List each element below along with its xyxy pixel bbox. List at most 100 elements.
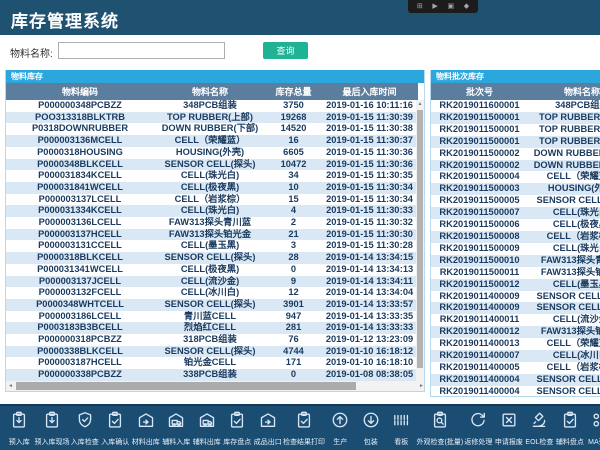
toolbar-button[interactable]: 预入库现场 xyxy=(35,411,70,447)
scroll-left-icon[interactable]: ◄ xyxy=(6,381,15,391)
table-row[interactable]: RK2019011500002DOWN RUBBER(下部) xyxy=(431,148,600,160)
table-row[interactable]: P0000348BLKCELLSENSOR CELL(探头)104722019-… xyxy=(6,159,418,171)
table-row[interactable]: P0000318HOUSINGHOUSING(外壳)66052019-01-15… xyxy=(6,147,418,159)
table-row[interactable]: P0000348WHTCELLSENSOR CELL(探头)39012019-0… xyxy=(6,299,418,311)
table-row[interactable]: P000003187HCELL铂光金CELL1712019-01-10 16:1… xyxy=(6,357,418,369)
table-row[interactable]: RK2019011500010FAW313探头青川蓝 xyxy=(431,255,600,267)
toolbar-button[interactable]: EOL检查 xyxy=(524,411,555,447)
table-cell: RK2019011400011 xyxy=(431,314,528,326)
table-row[interactable]: P000003131CCELLCELL(墨玉黑)32019-01-15 11:3… xyxy=(6,240,418,252)
audio-icon[interactable]: ◆ xyxy=(464,3,469,10)
table-cell: 2019-01-14 13:33:33 xyxy=(321,322,418,334)
column-header[interactable]: 物料名称 xyxy=(154,83,266,100)
scroll-up-icon[interactable]: ▲ xyxy=(416,100,424,109)
table-row[interactable]: P0003183B3BCELL烈焰红CELL2812019-01-14 13:3… xyxy=(6,322,418,334)
table-row[interactable]: P000031834KCELLCELL(珠光白)342019-01-15 11:… xyxy=(6,170,418,182)
table-cell: P000003186LCELL xyxy=(6,311,154,323)
table-row[interactable]: P000031841WCELLCELL(极夜黑)102019-01-15 11:… xyxy=(6,182,418,194)
vertical-scrollbar[interactable]: ▲ xyxy=(416,100,424,381)
table-row[interactable]: RK2019011500007CELL(珠光白) xyxy=(431,207,600,219)
screen-recorder-overlay[interactable]: ⊞ ▶ ▣ ◆ xyxy=(408,0,478,13)
table-row[interactable]: RK2019011400011CELL(流沙金) xyxy=(431,314,600,326)
table-row[interactable]: P000003132FCELLCELL(冰川白)122019-01-14 13:… xyxy=(6,287,418,299)
table-row[interactable]: P000000338PCBZZ338PCB组装02019-01-08 08:38… xyxy=(6,369,418,381)
table-row[interactable]: RK2019011400004SENSOR CELL(探头) xyxy=(431,386,600,397)
table-row[interactable]: RK2019011400005CELL（岩浆棕） xyxy=(431,362,600,374)
table-row[interactable]: P0000318BLKCELLSENSOR CELL(探头)282019-01-… xyxy=(6,252,418,264)
table-row[interactable]: P000003186LCELL青川蓝CELL9472019-01-14 13:3… xyxy=(6,311,418,323)
toolbar-button[interactable]: 辅料入库 xyxy=(161,411,192,447)
table-row[interactable]: RK2019011500009CELL(珠光白) xyxy=(431,243,600,255)
play-icon[interactable]: ▶ xyxy=(432,3,437,10)
table-row[interactable]: P000003137LCELLCELL（岩浆棕）152019-01-15 11:… xyxy=(6,194,418,206)
column-header[interactable]: 库存总量 xyxy=(266,83,321,100)
table-row[interactable]: RK2019011500012CELL(墨玉黑) xyxy=(431,279,600,291)
toolbar-button[interactable]: MA列表 xyxy=(585,411,600,447)
table-cell: 947 xyxy=(266,311,321,323)
table-row[interactable]: P0318DOWNRUBBERDOWN RUBBER(下部)145202019-… xyxy=(6,123,418,135)
toolbar-button[interactable]: 外观检查(批量) xyxy=(417,411,464,447)
toolbar-button[interactable]: 库存盘点 xyxy=(222,411,253,447)
table-row[interactable]: P000000318PCBZZ318PCB组装762019-01-12 13:2… xyxy=(6,334,418,346)
toolbar-button[interactable]: 预入库 xyxy=(4,411,35,447)
table-row[interactable]: P000003137JCELLCELL(流沙金)92019-01-14 13:3… xyxy=(6,276,418,288)
material-name-input[interactable] xyxy=(58,42,225,59)
toolbar-button[interactable]: 入库检查 xyxy=(70,411,101,447)
toolbar-button[interactable]: 检查结果打印 xyxy=(283,411,325,447)
vertical-scroll-thumb[interactable] xyxy=(417,110,423,368)
toolbar-button[interactable]: 辅料盘点 xyxy=(555,411,586,447)
table-row[interactable]: RK2019011400007CELL(冰川白) xyxy=(431,350,600,362)
material-name-label: 物料名称: xyxy=(10,45,53,60)
toolbar-button[interactable]: 申请报废 xyxy=(494,411,525,447)
horizontal-scrollbar[interactable]: ◄ ► xyxy=(6,381,425,391)
table-row[interactable]: RK2019011500001TOP RUBBER(上部) xyxy=(431,124,600,136)
table-row[interactable]: P0000338BLKCELLSENSOR CELL(探头)47442019-0… xyxy=(6,346,418,358)
column-header[interactable]: 最后入库时间 xyxy=(321,83,418,100)
table-row[interactable]: RK2019011400013CELL（荣耀蓝） xyxy=(431,338,600,350)
toolbar-button-label: MA列表 xyxy=(588,437,600,447)
toolbar-button[interactable]: 入库确认 xyxy=(100,411,131,447)
toolbar-button[interactable]: 生产 xyxy=(325,411,356,447)
table-row[interactable]: P000003136MCELLCELL（荣耀蓝）162019-01-15 11:… xyxy=(6,135,418,147)
toolbar-button[interactable]: 包装 xyxy=(356,411,387,447)
table-row[interactable]: RK2019011500001TOP RUBBER(上部) xyxy=(431,112,600,124)
column-header[interactable]: 物料名称 xyxy=(528,83,600,100)
column-header[interactable]: 物料编码 xyxy=(6,83,154,100)
table-row[interactable]: RK2019011500005SENSOR CELL(探头) xyxy=(431,195,600,207)
table-row[interactable]: RK2019011500002DOWN RUBBER(下部) xyxy=(431,160,600,172)
table-row[interactable]: RK2019011500004CELL（荣耀蓝） xyxy=(431,171,600,183)
table-row[interactable]: RK2019011400009SENSOR CELL(探头) xyxy=(431,291,600,303)
scroll-right-icon[interactable]: ► xyxy=(417,381,425,391)
table-cell: 烈焰红CELL xyxy=(154,322,266,334)
toolbar-button[interactable]: 返修处理 xyxy=(463,411,494,447)
table-row[interactable]: POO313318BLKTRBTOP RUBBER(上部)192682019-0… xyxy=(6,112,418,124)
table-cell: CELL(珠光白) xyxy=(154,205,266,217)
table-row[interactable]: P000000348PCBZZ348PCB组装37502019-01-16 10… xyxy=(6,100,418,112)
table-row[interactable]: RK2019011500003HOUSING(外壳) xyxy=(431,183,600,195)
table-cell: CELL（荣耀蓝） xyxy=(528,171,600,183)
table-cell: 318PCB组装 xyxy=(154,334,266,346)
table-row[interactable]: RK2019011500006CELL(极夜黑) xyxy=(431,219,600,231)
table-row[interactable]: RK2019011400004SENSOR CELL(探头) xyxy=(431,374,600,386)
toolbar-button[interactable]: 辅料出库 xyxy=(192,411,223,447)
table-row[interactable]: RK2019011500008CELL（岩浆棕） xyxy=(431,231,600,243)
toolbar-button[interactable]: 材料出库 xyxy=(131,411,162,447)
table-cell: P000003187HCELL xyxy=(6,357,154,369)
table-row[interactable]: RK2019011400012FAW313探头铂光金 xyxy=(431,326,600,338)
screenshot-icon[interactable]: ▣ xyxy=(447,3,454,10)
query-button[interactable]: 查询 xyxy=(263,42,308,59)
table-cell: RK2019011400007 xyxy=(431,350,528,362)
table-row[interactable]: RK2019011600001348PCB组装 xyxy=(431,100,600,112)
toolbar-button[interactable]: 成品出口 xyxy=(253,411,284,447)
toolbar-button[interactable]: 看板 xyxy=(386,411,417,447)
table-row[interactable]: P000031341WCELLCELL(极夜黑)02019-01-14 13:3… xyxy=(6,264,418,276)
table-row[interactable]: RK2019011500001TOP RUBBER(上部) xyxy=(431,136,600,148)
table-row[interactable]: P000003137HCELLFAW313探头铂光金212019-01-15 1… xyxy=(6,229,418,241)
export-icon[interactable]: ⊞ xyxy=(417,3,423,10)
table-row[interactable]: RK2019011500011FAW313探头铂光金 xyxy=(431,267,600,279)
table-row[interactable]: RK2019011400009SENSOR CELL(探头) xyxy=(431,302,600,314)
table-row[interactable]: P000003136LCELLFAW313探头青川蓝22019-01-15 11… xyxy=(6,217,418,229)
table-row[interactable]: P000031334KCELLCELL(珠光白)42019-01-15 11:3… xyxy=(6,205,418,217)
column-header[interactable]: 批次号 xyxy=(431,83,528,100)
horizontal-scroll-thumb[interactable] xyxy=(16,382,356,390)
